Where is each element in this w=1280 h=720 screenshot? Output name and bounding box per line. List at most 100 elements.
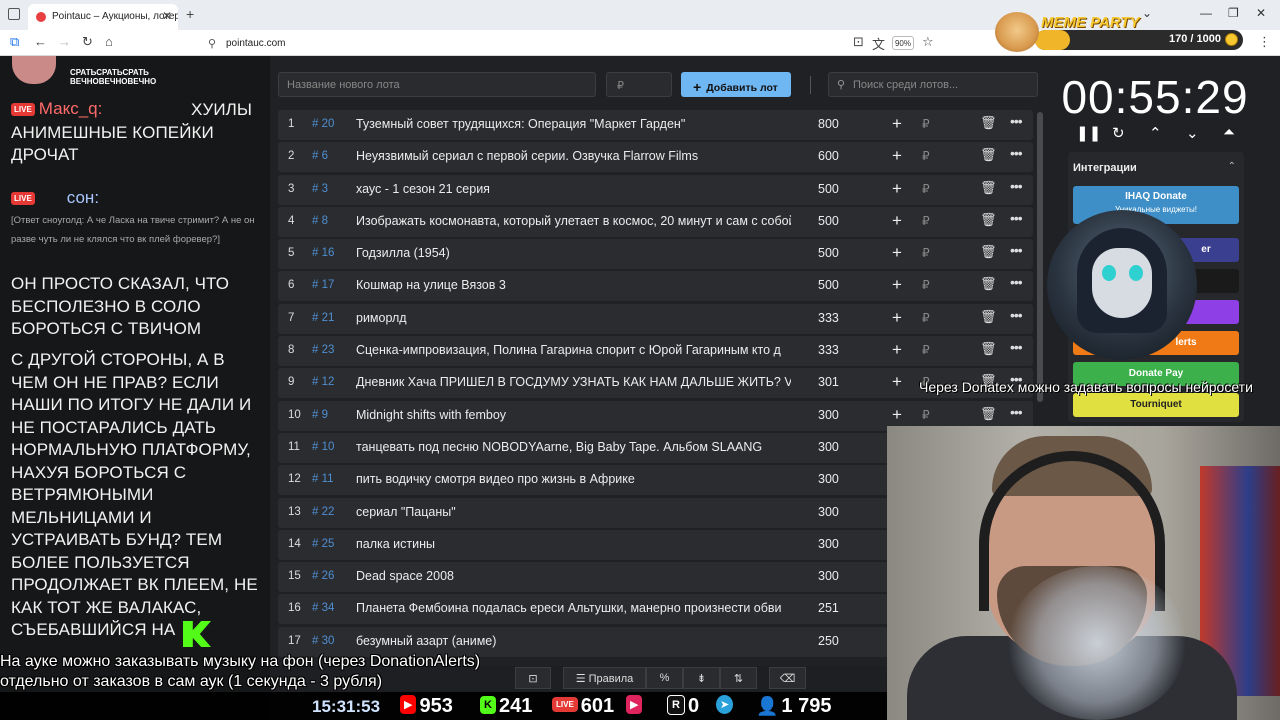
tab-actions-icon[interactable] bbox=[8, 8, 20, 20]
lot-list-scrollbar[interactable] bbox=[1037, 112, 1043, 402]
clear-lots-icon[interactable]: ⌫ bbox=[769, 667, 806, 689]
ruble-icon[interactable]: ₽ bbox=[922, 408, 930, 422]
lot-title[interactable]: риморлд bbox=[356, 311, 791, 325]
save-lots-button[interactable]: ⊡ bbox=[515, 667, 551, 689]
home-icon[interactable]: ⌂ bbox=[105, 34, 113, 49]
ruble-icon[interactable]: ₽ bbox=[922, 182, 930, 196]
lot-amount[interactable]: 600 bbox=[818, 149, 839, 163]
delete-lot-icon[interactable]: 🗑 bbox=[980, 341, 997, 357]
lot-amount[interactable]: 500 bbox=[818, 278, 839, 292]
ruble-icon[interactable]: ₽ bbox=[922, 149, 930, 163]
reload-icon[interactable]: ↻ bbox=[82, 34, 93, 50]
lot-row[interactable]: 1 # 20 Туземный совет трудящихся: Операция… bbox=[278, 110, 1033, 140]
lot-title[interactable]: Планета Фембоина подалась ереси Альтушки… bbox=[356, 601, 791, 615]
lot-amount[interactable]: 250 bbox=[818, 634, 839, 648]
delete-lot-icon[interactable]: 🗑 bbox=[980, 309, 997, 325]
site-info-icon[interactable]: ⚲ bbox=[208, 37, 216, 50]
lot-title[interactable]: Dead space 2008 bbox=[356, 569, 791, 583]
lot-amount[interactable]: 300 bbox=[818, 505, 839, 519]
lot-row[interactable]: 4 # 8 Изображать космонавта, который улета… bbox=[278, 206, 1033, 237]
add-amount-icon[interactable]: + bbox=[892, 243, 902, 263]
lot-title[interactable]: Изображать космонавта, который улетает в… bbox=[356, 214, 791, 228]
delete-lot-icon[interactable]: 🗑 bbox=[980, 180, 997, 196]
lot-search-input[interactable]: ⚲ Поиск среди лотов... bbox=[828, 72, 1038, 97]
browser-tab[interactable]: Pointauc – Аукционы, лотереи ✕ bbox=[28, 4, 178, 30]
delete-lot-icon[interactable]: 🗑 bbox=[980, 212, 997, 228]
install-app-icon[interactable]: ⊡ bbox=[853, 34, 864, 50]
lot-amount[interactable]: 300 bbox=[818, 537, 839, 551]
add-time-icon[interactable]: ⌃ bbox=[1149, 124, 1162, 142]
delete-lot-icon[interactable]: 🗑 bbox=[980, 147, 997, 163]
lot-row[interactable]: 3 # 3 хаус - 1 сезон 21 серия 500 + ₽ 🗑 ••• bbox=[278, 174, 1033, 205]
new-lot-name-input[interactable]: Название нового лота bbox=[278, 72, 596, 97]
lot-title[interactable]: Неуязвимый сериал с первой серии. Озвучк… bbox=[356, 149, 791, 163]
more-options-icon[interactable]: ••• bbox=[1010, 210, 1023, 226]
double-time-icon[interactable]: ⏶ bbox=[1223, 124, 1235, 141]
lot-title[interactable]: Дневник Хача ПРИШЕЛ В ГОСДУМУ УЗНАТЬ КАК… bbox=[356, 375, 791, 389]
lot-amount[interactable]: 500 bbox=[818, 246, 839, 260]
lot-row[interactable]: 8 # 23 Сценка-импровизация, Полина Гагарин… bbox=[278, 336, 1033, 367]
pause-icon[interactable]: ❚❚ bbox=[1076, 124, 1101, 142]
more-options-icon[interactable]: ••• bbox=[1010, 307, 1023, 323]
favorite-star-icon[interactable]: ☆ bbox=[922, 34, 934, 50]
lot-title[interactable]: Midnight shifts with femboy bbox=[356, 408, 791, 422]
menu-icon[interactable]: ⋮ bbox=[1258, 34, 1271, 50]
add-amount-icon[interactable]: + bbox=[892, 275, 902, 295]
lot-row[interactable]: 7 # 21 риморлд 333 + ₽ 🗑 ••• bbox=[278, 303, 1033, 334]
translate-icon[interactable]: 文 bbox=[872, 34, 885, 53]
lot-amount[interactable]: 500 bbox=[818, 214, 839, 228]
lot-title[interactable]: пить водичку смотря видео про жизнь в Аф… bbox=[356, 472, 791, 486]
delete-lot-icon[interactable]: 🗑 bbox=[980, 244, 997, 260]
merge-icon[interactable]: ⇟ bbox=[683, 667, 720, 689]
lot-title[interactable]: безумный азарт (аниме) bbox=[356, 634, 791, 648]
lot-amount[interactable]: 300 bbox=[818, 472, 839, 486]
subtract-time-icon[interactable]: ⌄ bbox=[1186, 124, 1199, 142]
add-amount-icon[interactable]: + bbox=[892, 114, 902, 134]
more-options-icon[interactable]: ••• bbox=[1010, 178, 1023, 194]
lot-title[interactable]: палка истины bbox=[356, 537, 791, 551]
address-bar[interactable]: ⚲ pointauc.com bbox=[200, 33, 940, 53]
percent-button[interactable]: % bbox=[646, 667, 683, 689]
forward-icon[interactable]: → bbox=[58, 34, 71, 49]
more-options-icon[interactable]: ••• bbox=[1010, 113, 1023, 129]
ruble-icon[interactable]: ₽ bbox=[922, 117, 930, 131]
rules-button[interactable]: ☰ Правила bbox=[563, 667, 646, 689]
lot-title[interactable]: Сценка-импровизация, Полина Гагарина спо… bbox=[356, 343, 791, 357]
more-options-icon[interactable]: ••• bbox=[1010, 274, 1023, 290]
lot-amount[interactable]: 333 bbox=[818, 311, 839, 325]
add-amount-icon[interactable]: + bbox=[892, 372, 902, 392]
ruble-icon[interactable]: ₽ bbox=[922, 343, 930, 357]
new-lot-price-input[interactable]: ₽ bbox=[606, 72, 672, 97]
lot-amount[interactable]: 300 bbox=[818, 408, 839, 422]
lot-title[interactable]: Кошмар на улице Вязов 3 bbox=[356, 278, 791, 292]
lot-amount[interactable]: 800 bbox=[818, 117, 839, 131]
ruble-icon[interactable]: ₽ bbox=[922, 278, 930, 292]
lot-amount[interactable]: 300 bbox=[818, 440, 839, 454]
more-options-icon[interactable]: ••• bbox=[1010, 242, 1023, 258]
lot-amount[interactable]: 251 bbox=[818, 601, 839, 615]
more-options-icon[interactable]: ••• bbox=[1010, 339, 1023, 355]
add-amount-icon[interactable]: + bbox=[892, 308, 902, 328]
ruble-icon[interactable]: ₽ bbox=[922, 214, 930, 228]
back-icon[interactable]: ← bbox=[34, 34, 47, 49]
close-window-icon[interactable]: ✕ bbox=[1256, 6, 1266, 20]
lot-amount[interactable]: 301 bbox=[818, 375, 839, 389]
lot-title[interactable]: Туземный совет трудящихся: Операция "Мар… bbox=[356, 117, 791, 131]
ruble-icon[interactable]: ₽ bbox=[922, 311, 930, 325]
add-amount-icon[interactable]: + bbox=[892, 211, 902, 231]
delete-lot-icon[interactable]: 🗑 bbox=[980, 276, 997, 292]
lot-title[interactable]: танцевать под песню NOBODYAarne, Big Bab… bbox=[356, 440, 791, 454]
lot-title[interactable]: сериал "Пацаны" bbox=[356, 505, 791, 519]
more-options-icon[interactable]: ••• bbox=[1010, 145, 1023, 161]
sort-icon[interactable]: ⇅ bbox=[720, 667, 757, 689]
integration-tourniquet[interactable]: Tourniquet bbox=[1073, 393, 1239, 417]
add-amount-icon[interactable]: + bbox=[892, 405, 902, 425]
add-amount-icon[interactable]: + bbox=[892, 179, 902, 199]
lot-title[interactable]: хаус - 1 сезон 21 серия bbox=[356, 182, 791, 196]
ruble-icon[interactable]: ₽ bbox=[922, 246, 930, 260]
more-options-icon[interactable]: ••• bbox=[1010, 404, 1023, 420]
lot-row[interactable]: 5 # 16 Годзилла (1954) 500 + ₽ 🗑 ••• bbox=[278, 239, 1033, 270]
lot-title[interactable]: Годзилла (1954) bbox=[356, 246, 791, 260]
reset-icon[interactable]: ↻ bbox=[1112, 124, 1125, 142]
lot-row[interactable]: 6 # 17 Кошмар на улице Вязов 3 500 + ₽ 🗑 ••• bbox=[278, 271, 1033, 302]
